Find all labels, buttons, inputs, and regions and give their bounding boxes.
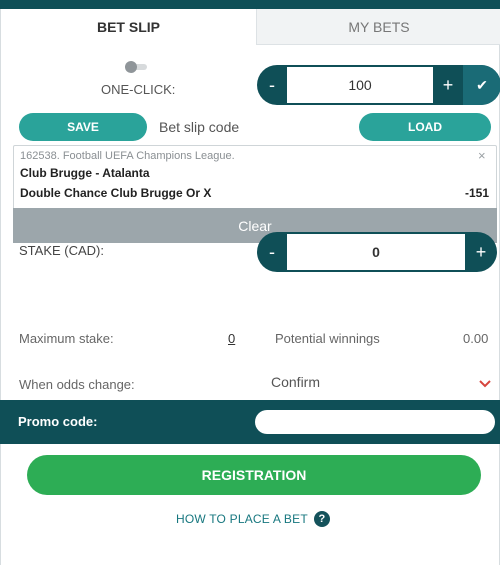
how-to-place-bet-link[interactable]: HOW TO PLACE A BET ?	[176, 510, 330, 528]
promo-code-label: Promo code:	[18, 414, 98, 429]
stake-label: STAKE (CAD):	[19, 243, 104, 258]
one-click-toggle[interactable]	[125, 61, 147, 73]
maximum-stake-label: Maximum stake:	[19, 331, 114, 346]
bet-event-teams: Club Brugge - Atalanta	[20, 166, 150, 180]
promo-code-input[interactable]	[255, 410, 495, 434]
potential-winnings-value: 0.00	[463, 331, 489, 346]
one-click-decrease-button[interactable]: -	[257, 65, 287, 105]
toggle-knob	[125, 61, 137, 73]
how-to-place-bet-label: HOW TO PLACE A BET	[176, 512, 308, 526]
odds-change-select[interactable]: Confirm	[269, 374, 495, 394]
one-click-increase-button[interactable]: +	[433, 65, 463, 105]
bet-slip-code-label: Bet slip code	[159, 119, 240, 135]
promo-code-bar: Promo code:	[0, 400, 500, 444]
maximum-stake-value[interactable]: 0	[228, 331, 235, 346]
one-click-amount-stepper: - 100 + ✔	[257, 65, 500, 105]
one-click-amount-value[interactable]: 100	[287, 67, 433, 103]
help-icon: ?	[313, 511, 330, 527]
registration-button[interactable]: REGISTRATION	[27, 455, 481, 495]
tab-bet-slip[interactable]: BET SLIP	[1, 0, 256, 45]
stake-stepper: - 0 +	[257, 232, 497, 272]
stake-value[interactable]: 0	[287, 234, 465, 270]
bet-event-meta: 162538. Football UEFA Champions League.	[20, 150, 235, 162]
stake-increase-button[interactable]: +	[465, 232, 497, 272]
one-click-confirm-icon[interactable]: ✔	[463, 65, 500, 105]
potential-winnings-label: Potential winnings	[275, 331, 380, 346]
one-click-label: ONE-CLICK:	[101, 82, 176, 97]
bet-odds: -151	[465, 186, 490, 200]
bet-outcome: Double Chance Club Brugge Or X	[20, 186, 212, 200]
chevron-down-icon	[479, 380, 491, 388]
load-button[interactable]: LOAD	[359, 113, 491, 141]
remove-bet-close-icon[interactable]: ×	[478, 148, 486, 163]
odds-change-selected-value: Confirm	[271, 374, 321, 390]
tab-my-bets[interactable]: MY BETS	[256, 9, 500, 45]
odds-change-label: When odds change:	[19, 377, 135, 392]
stake-decrease-button[interactable]: -	[257, 232, 287, 272]
bet-card: 162538. Football UEFA Champions League. …	[13, 145, 497, 211]
save-button[interactable]: SAVE	[19, 113, 147, 141]
bet-slip-frame: BET SLIP MY BETS ONE-CLICK: - 100 + ✔ SA…	[0, 0, 500, 565]
